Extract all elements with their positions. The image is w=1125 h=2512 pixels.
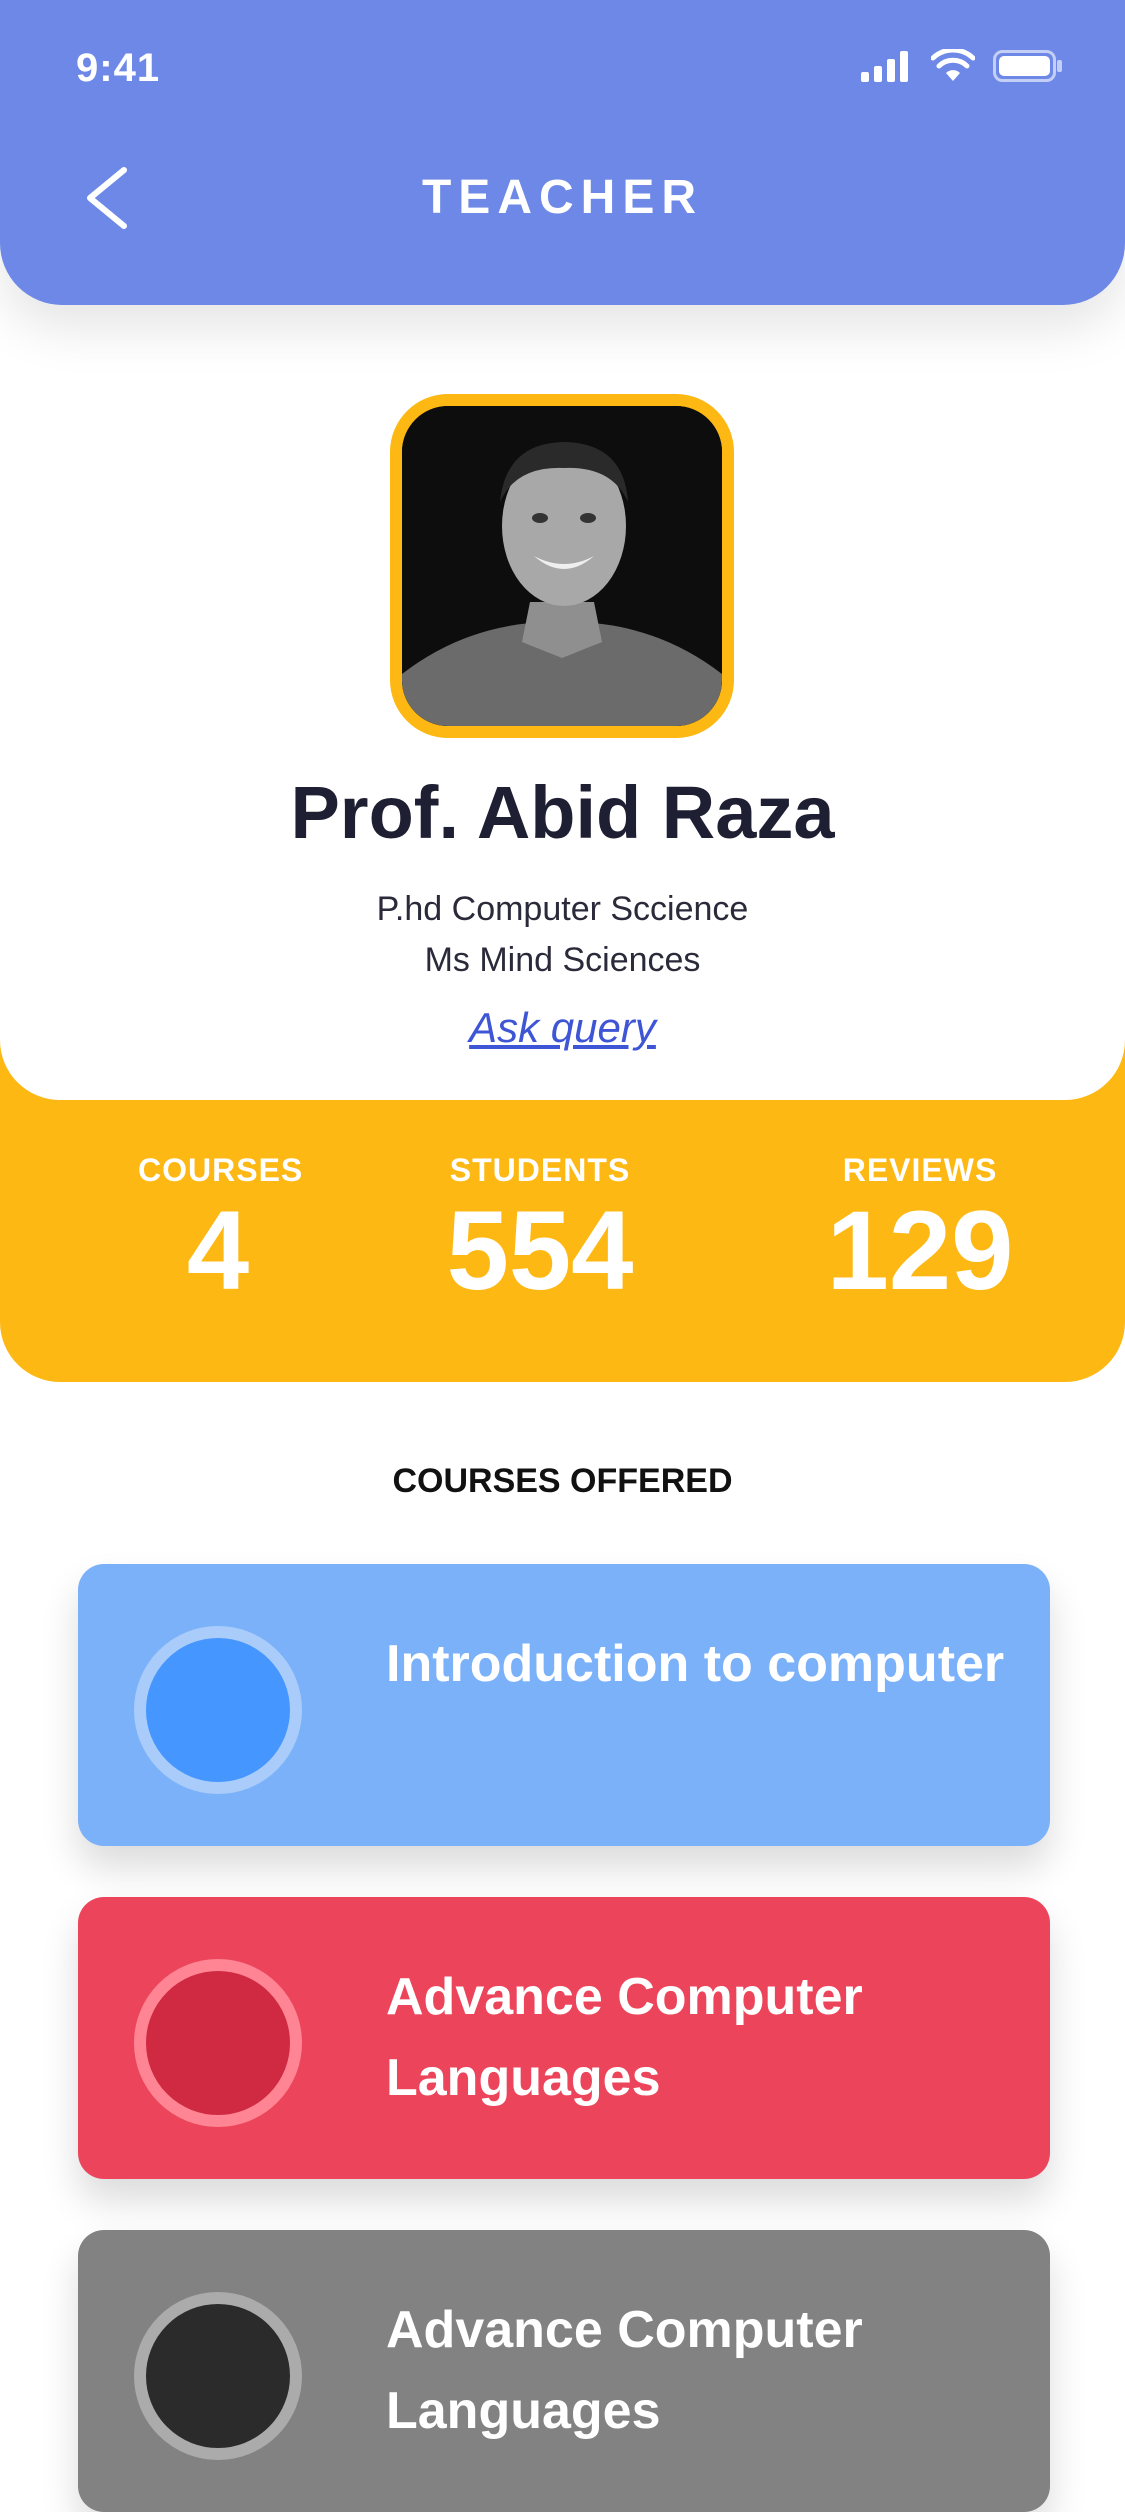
battery-icon <box>993 50 1062 82</box>
stat-label: STUDENTS <box>449 1152 631 1188</box>
profile-card: Prof. Abid Raza P.hd Computer Sccience M… <box>0 280 1125 1100</box>
course-dot-icon <box>134 1959 302 2127</box>
stat-value: 554 <box>446 1188 634 1313</box>
profile-photo-frame <box>390 394 734 738</box>
ask-query-link[interactable]: Ask query <box>0 1004 1125 1052</box>
course-card[interactable]: Introduction to computer <box>78 1564 1050 1846</box>
degree-ms: Ms Mind Sciences <box>424 941 701 979</box>
stat-value: 4 <box>186 1188 250 1313</box>
course-title: Advance Computer Languages <box>386 2301 863 2440</box>
section-title: COURSES OFFERED <box>392 1462 733 1500</box>
page-title: TEACHER <box>421 171 703 224</box>
course-title: Advance Computer Languages <box>386 1968 863 2107</box>
teacher-name: Prof. Abid Raza <box>290 771 835 854</box>
degree-phd: P.hd Computer Sccience <box>376 890 749 928</box>
course-title: Introduction to computer <box>386 1635 1005 1693</box>
status-time: 9:41 <box>76 46 161 90</box>
course-dot-icon <box>134 1626 302 1794</box>
course-dot-icon <box>134 2292 302 2460</box>
course-card[interactable]: Advance Computer Languages <box>78 2230 1050 2512</box>
stat-courses: COURSES 4 <box>138 1152 304 1313</box>
course-card[interactable]: Advance Computer Languages <box>78 1897 1050 2179</box>
stat-reviews: REVIEWS 129 <box>820 1152 1020 1307</box>
teacher-portrait <box>402 406 722 726</box>
stat-label: REVIEWS <box>842 1152 998 1188</box>
stat-value: 129 <box>826 1188 1014 1313</box>
stat-label: COURSES <box>138 1152 304 1188</box>
profile-photo <box>402 406 722 726</box>
status-icons <box>861 46 1063 86</box>
stat-students: STUDENTS 554 <box>430 1152 650 1307</box>
header-bar: 9:41 TEACHER <box>0 0 1125 305</box>
signal-icon <box>861 51 908 82</box>
wifi-icon <box>931 49 975 81</box>
